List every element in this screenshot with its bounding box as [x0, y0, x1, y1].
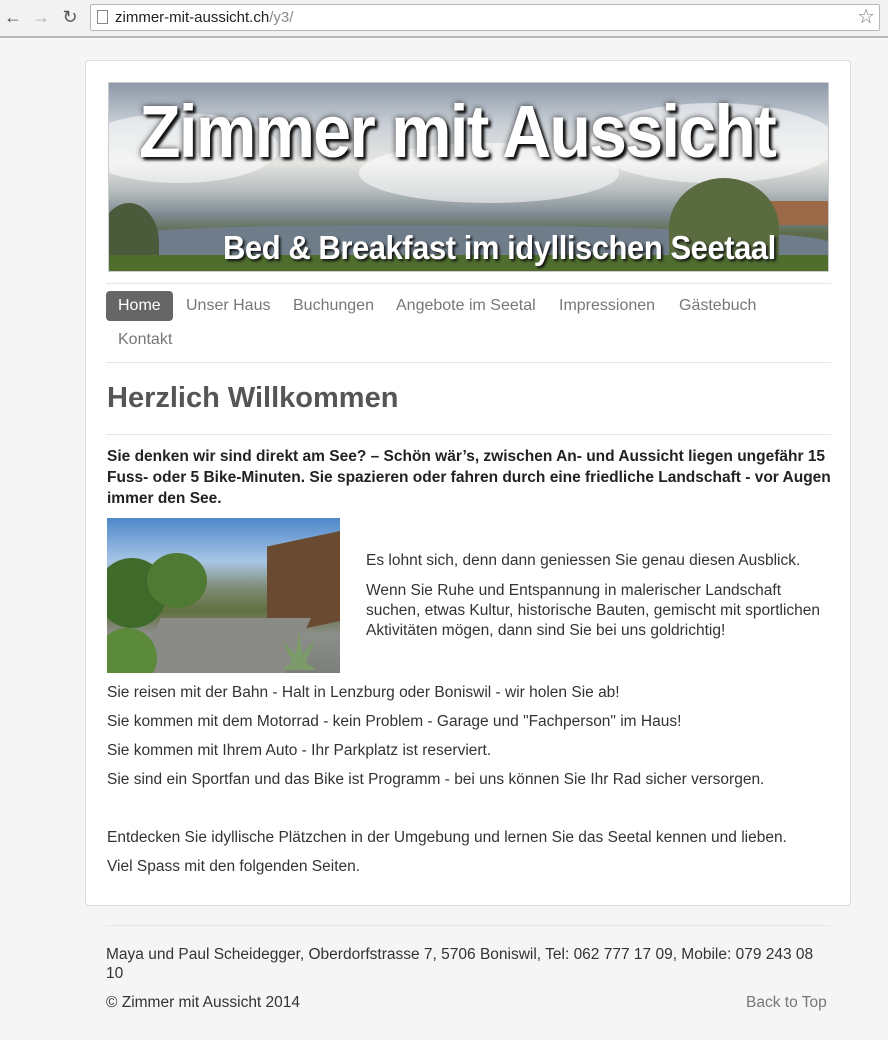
banner-title: Zimmer mit Aussicht — [139, 90, 777, 173]
body-paragraph: Entdecken Sie idyllische Plätzchen in de… — [107, 829, 787, 846]
lead-paragraph: Sie denken wir sind direkt am See? – Sch… — [107, 448, 831, 507]
divider — [106, 362, 831, 363]
footer-address: Maya und Paul Scheidegger, Oberdorfstras… — [106, 946, 814, 982]
divider — [106, 434, 831, 435]
nav-item-gaestebuch[interactable]: Gästebuch — [667, 291, 768, 321]
banner-subtitle: Bed & Breakfast im idyllischen Seetaal — [223, 229, 776, 266]
nav-item-home[interactable]: Home — [106, 291, 173, 321]
back-arrow-icon[interactable]: ← — [3, 6, 23, 28]
garden-photo — [107, 518, 340, 673]
body-paragraph: Sie sind ein Sportfan und das Bike ist P… — [107, 771, 765, 788]
nav-item-angebote[interactable]: Angebote im Seetal — [384, 291, 548, 321]
page-icon — [97, 10, 108, 24]
body-paragraph: Sie kommen mit dem Motorrad - kein Probl… — [107, 713, 682, 730]
forward-arrow-icon[interactable]: → — [31, 6, 51, 28]
content-card: Zimmer mit Aussicht Bed & Breakfast im i… — [85, 60, 851, 906]
nav-item-impressionen[interactable]: Impressionen — [547, 291, 667, 321]
address-bar[interactable]: zimmer-mit-aussicht.ch/y3/ ☆ — [90, 4, 880, 31]
body-paragraph: Sie reisen mit der Bahn - Halt in Lenzbu… — [107, 684, 620, 701]
back-to-top-link[interactable]: Back to Top — [746, 994, 827, 1012]
side-paragraph: Wenn Sie Ruhe und Entspannung in maleris… — [366, 582, 821, 639]
footer-copyright: © Zimmer mit Aussicht 2014 — [106, 994, 301, 1011]
nav-item-kontakt[interactable]: Kontakt — [106, 325, 184, 355]
divider — [106, 283, 831, 284]
bookmark-star-icon[interactable]: ☆ — [857, 5, 875, 30]
header-banner: Zimmer mit Aussicht Bed & Breakfast im i… — [108, 82, 829, 272]
footer-divider — [106, 925, 830, 926]
side-paragraph: Es lohnt sich, denn dann geniessen Sie g… — [366, 552, 801, 569]
reload-icon[interactable]: ↻ — [60, 6, 80, 28]
nav-item-unser-haus[interactable]: Unser Haus — [174, 291, 282, 321]
body-paragraph: Viel Spass mit den folgenden Seiten. — [107, 858, 361, 875]
page-title: Herzlich Willkommen — [107, 382, 399, 414]
url-path: /y3/ — [269, 9, 294, 26]
url-domain: zimmer-mit-aussicht.ch — [115, 9, 270, 26]
body-paragraph: Sie kommen mit Ihrem Auto - Ihr Parkplat… — [107, 742, 492, 759]
browser-toolbar: ← → ↻ zimmer-mit-aussicht.ch/y3/ ☆ — [0, 0, 888, 38]
nav-item-buchungen[interactable]: Buchungen — [281, 291, 386, 321]
